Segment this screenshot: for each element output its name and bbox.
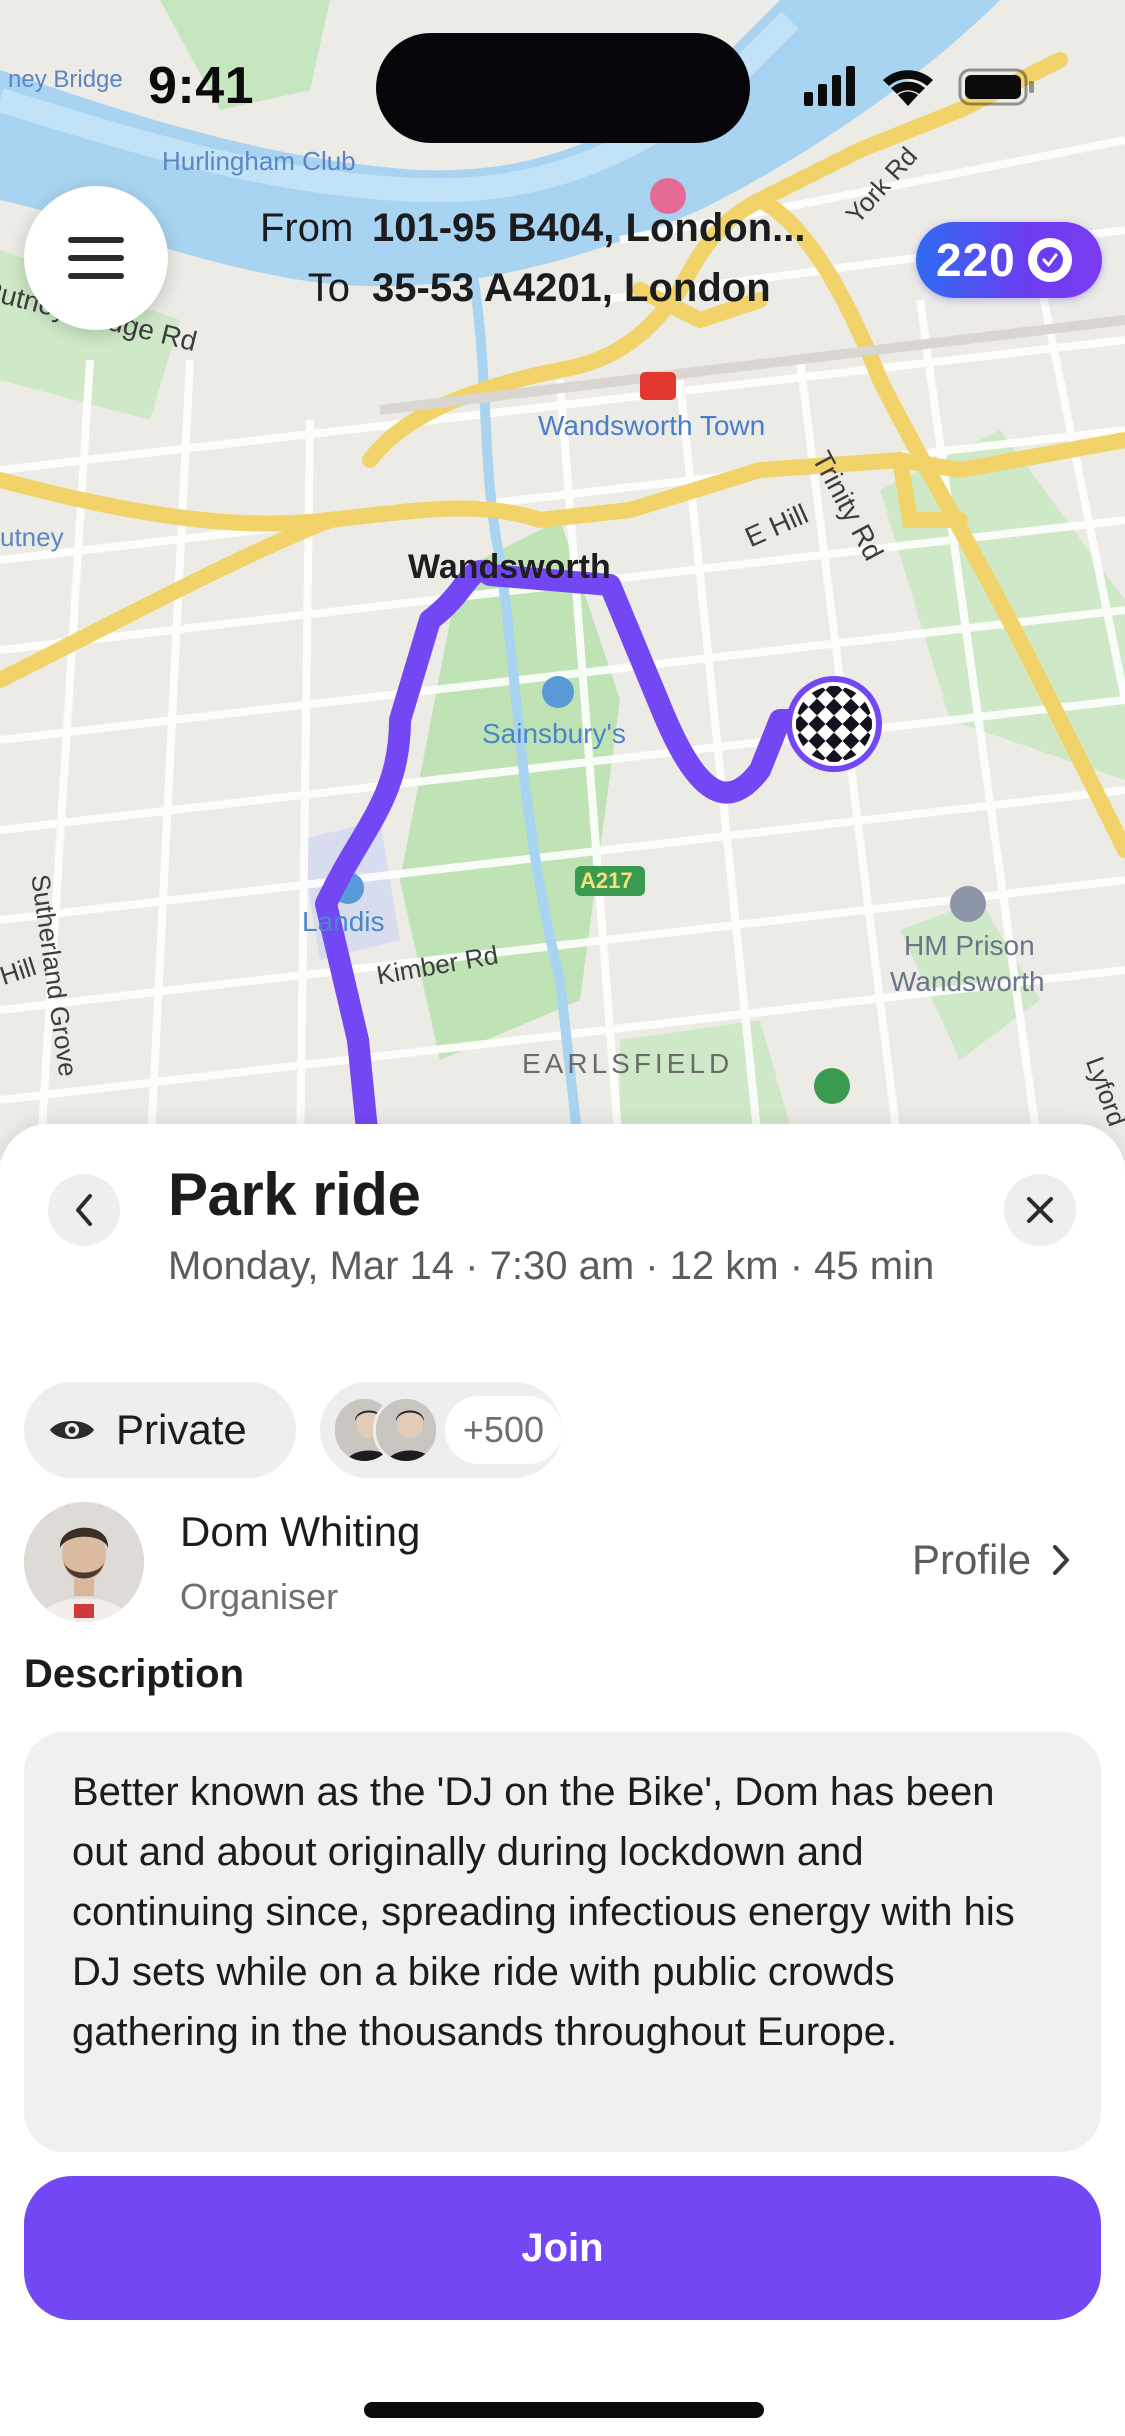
ride-title: Park ride [168,1161,421,1228]
ride-details-sheet: Park ride Monday, Mar 14 · 7:30 am · 12 … [0,1124,1125,2436]
dynamic-island [376,33,750,143]
participants-chip[interactable]: +500 [320,1382,562,1478]
map-label-hm-prison: HM Prison [904,930,1035,961]
close-icon [1027,1197,1053,1223]
map-label-landis: Landis [302,906,385,937]
points-badge[interactable]: 220 [916,222,1102,298]
organiser-name: Dom Whiting [180,1508,421,1555]
participants-more-count: +500 [444,1396,562,1464]
route-summary[interactable]: From 101-95 B404, London... To 35-53 A42… [260,198,805,318]
route-to-value: 35-53 A4201, London [372,266,771,310]
map-label-putney: utney [0,522,64,552]
status-icons [800,62,1040,112]
chevron-left-icon [76,1194,92,1226]
route-from-value: 101-95 B404, London... [372,206,806,250]
chevron-right-icon [1053,1545,1070,1575]
description-heading: Description [24,1652,245,1696]
map-label-hurlingham: Hurlingham Club [162,146,356,176]
description-box: Better known as the 'DJ on the Bike', Do… [24,1732,1101,2152]
points-value: 220 [936,234,1016,286]
eye-icon [50,1421,94,1439]
battery-icon [958,68,1034,106]
map-view[interactable]: ney Bridge Hurlingham Club Putney Bridge… [0,0,1125,1160]
menu-button[interactable] [24,186,168,330]
cellular-signal-icon [804,66,855,106]
privacy-label: Private [116,1406,247,1453]
map-label-earlsfield: EARLSFIELD [522,1048,734,1079]
map-label-hm-prison-2: Wandsworth [890,966,1045,997]
participant-avatar [373,1396,439,1464]
route-to-label: To [307,266,350,310]
privacy-chip[interactable]: Private [24,1382,296,1478]
back-button[interactable] [48,1174,120,1246]
hamburger-icon [68,237,124,279]
status-time: 9:41 [148,57,255,115]
route-from-row: From 101-95 B404, London... [260,198,805,258]
map-label-wandsworth-town: Wandsworth Town [538,410,766,441]
organiser-role: Organiser [180,1576,339,1617]
map-label-a217: A217 [580,868,633,893]
wifi-icon [883,70,933,106]
map-label-wandsworth: Wandsworth [408,548,611,586]
profile-link-label: Profile [912,1536,1032,1583]
organiser-avatar[interactable] [24,1502,144,1622]
finish-marker[interactable] [780,670,888,778]
checkered-flag-icon [780,670,888,778]
map-label-bridge: ney Bridge [8,66,123,93]
route-to-row: To 35-53 A4201, London [260,258,805,318]
close-button[interactable] [1004,1174,1076,1246]
ride-meta: Monday, Mar 14 · 7:30 am · 12 km · 45 mi… [168,1244,935,1288]
description-text: Better known as the 'DJ on the Bike', Do… [72,1770,1015,2054]
verified-check-icon [1027,238,1072,282]
route-from-label: From [260,206,354,250]
map-label-sainsburys: Sainsbury's [482,718,626,749]
home-indicator[interactable] [364,2402,764,2418]
profile-link[interactable]: Profile [912,1536,1071,1584]
join-button[interactable]: Join [24,2176,1101,2320]
